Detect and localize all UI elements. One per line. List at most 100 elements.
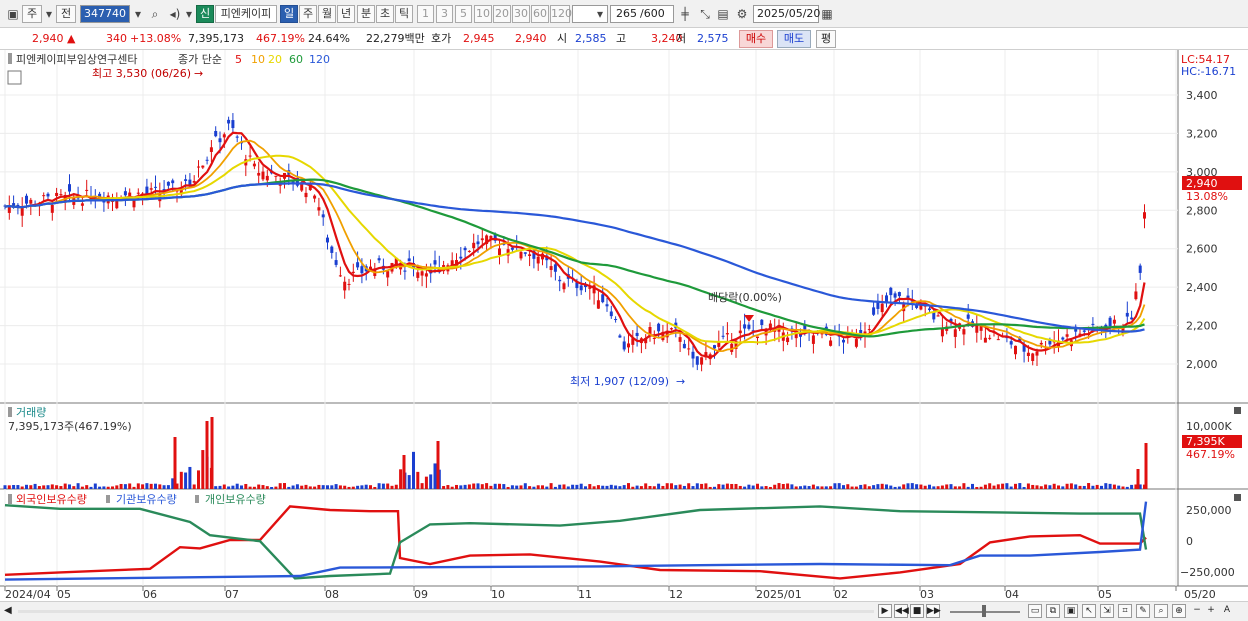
x-axis-label: 10 [491, 588, 505, 601]
text-tool-icon[interactable]: A [1220, 604, 1234, 618]
buy-button[interactable]: 매수 [739, 30, 773, 48]
crop-icon[interactable]: ⌗ [1118, 604, 1132, 618]
drawing-tool-icon[interactable]: ⤡ [696, 5, 714, 23]
chevron-down-icon[interactable]: ▾ [42, 5, 56, 23]
x-axis-label: 11 [578, 588, 592, 601]
mode-select[interactable]: 전 [56, 5, 76, 23]
volume-panel-close-icon[interactable] [1234, 407, 1241, 414]
period-year[interactable]: 년 [337, 5, 355, 23]
edit-icon[interactable]: ✎ [1136, 604, 1150, 618]
code-input[interactable]: 347740 [80, 5, 130, 23]
price-ytick: 2,200 [1186, 320, 1218, 333]
tick-3[interactable]: 3 [436, 5, 453, 23]
speaker-icon[interactable]: ◂) [166, 5, 184, 23]
rewind-icon[interactable]: ◀◀ [894, 604, 909, 618]
zoom-slider-handle[interactable] [982, 605, 986, 617]
tick-10[interactable]: 10 [474, 5, 492, 23]
ma10-label: 10 [251, 53, 265, 66]
price-ytick: 3,200 [1186, 127, 1218, 140]
date-input[interactable]: 2025/05/20 [753, 5, 820, 23]
candle-settings-icon[interactable]: ╪ [676, 5, 694, 23]
turnover-rate: 24.64% [308, 32, 350, 45]
volume-ratio: 467.19% [256, 32, 305, 45]
tick-30[interactable]: 30 [512, 5, 530, 23]
x-axis-label: 08 [325, 588, 339, 601]
arrow-tool-icon[interactable]: ↖ [1082, 604, 1096, 618]
layout-icon[interactable]: ▭ [1028, 604, 1042, 618]
low-price: 2,575 [697, 32, 729, 45]
window-split-icon[interactable]: ▣ [1064, 604, 1078, 618]
save-icon[interactable]: ▤ [714, 5, 732, 23]
price-ytick: 2,000 [1186, 358, 1218, 371]
period-tick[interactable]: 틱 [395, 5, 413, 23]
main-toolbar: ▣ 주 ▾ 전 347740 ▾ ⌕ ◂) ▾ 신 피엔케이피 일 주 월 년 … [0, 0, 1248, 28]
price-ytick: 2,400 [1186, 281, 1218, 294]
eval-button[interactable]: 평 [816, 30, 836, 48]
open-label: 시 [557, 32, 568, 45]
ma60-label: 60 [289, 53, 303, 66]
ma20-label: 20 [268, 53, 282, 66]
tick-120[interactable]: 120 [550, 5, 572, 23]
period-minute[interactable]: 분 [357, 5, 375, 23]
institution-holdings-label: 기관보유수량 [116, 493, 177, 506]
holdings-panel-close-icon[interactable] [1234, 494, 1241, 501]
price-panel-title: 피엔케이피부임상연구센타 [16, 53, 137, 66]
zoom-in-icon[interactable]: ⊕ [1172, 604, 1186, 618]
search-icon[interactable]: ⌕ [146, 5, 164, 23]
gear-icon[interactable]: ⚙ [733, 5, 751, 23]
last-volume-pct: 467.19% [1186, 448, 1235, 461]
low-arrow-icon: → [676, 375, 685, 388]
tick-5[interactable]: 5 [455, 5, 472, 23]
x-axis-label: 05 [1098, 588, 1112, 601]
chevron-down-icon[interactable]: ▾ [184, 5, 194, 23]
tick-20[interactable]: 20 [493, 5, 511, 23]
copy-icon[interactable]: ⧉ [1046, 604, 1060, 618]
high-arrow-icon: → [194, 67, 203, 80]
scroll-right-icon[interactable]: ▶ [878, 604, 892, 618]
stock-chart[interactable]: 피엔케이피부임상연구센타 종가 단순 5 10 20 60 120 LC:54.… [0, 50, 1248, 601]
market-select[interactable]: 주 [22, 5, 42, 23]
sell-button[interactable]: 매도 [777, 30, 811, 48]
volume-panel-value: 7,395,173주(467.19%) [8, 420, 132, 433]
chevron-down-icon[interactable]: ▾ [130, 5, 146, 23]
period-day[interactable]: 일 [280, 5, 298, 23]
x-axis-label: 04 [1005, 588, 1019, 601]
zoom-out-icon[interactable]: − [1190, 604, 1204, 618]
period-month[interactable]: 월 [318, 5, 336, 23]
foreign-holdings-label: 외국인보유수량 [16, 493, 87, 506]
x-axis-label: 12 [669, 588, 683, 601]
grid-toggle-icon[interactable] [7, 70, 22, 85]
stock-name: 피엔케이피 [215, 5, 277, 23]
price-ytick: 2,800 [1186, 204, 1218, 217]
up-arrow-icon: ▲ [67, 32, 76, 45]
cursor-icon[interactable]: ⇲ [1100, 604, 1114, 618]
x-axis-label: 03 [920, 588, 934, 601]
window-icon[interactable]: ▣ [4, 5, 22, 23]
volume-ytick: 10,000K [1186, 420, 1232, 433]
volume-panel-title: 거래량 [16, 406, 46, 419]
holdings-ytick-zero: 0 [1186, 535, 1193, 548]
fast-forward-icon[interactable]: ▶▶ [926, 604, 941, 618]
open-price: 2,585 [575, 32, 607, 45]
high-annotation: 최고 3,530 (06/26) [92, 67, 191, 80]
chevron-down-icon[interactable]: ▾ [594, 5, 606, 23]
x-axis-label: 06 [143, 588, 157, 601]
holdings-ytick-bottom: −250,000 [1180, 566, 1235, 579]
tick-60[interactable]: 60 [531, 5, 549, 23]
stop-icon[interactable]: ■ [910, 604, 924, 618]
new-tag: 신 [196, 5, 214, 23]
hc-value: HC:-16.71 [1181, 65, 1236, 78]
price-change-pct: +13.08% [130, 32, 182, 45]
low-label: 저 [676, 32, 687, 45]
calendar-icon[interactable]: ▦ [818, 5, 836, 23]
bid-price: 2,940 [515, 32, 547, 45]
scroll-left-icon[interactable]: ◀ [4, 605, 12, 616]
period-second[interactable]: 초 [376, 5, 394, 23]
plus-icon[interactable]: + [1204, 604, 1218, 618]
volume-value: 7,395,173 [188, 32, 244, 45]
count-input[interactable]: 265 [610, 5, 640, 23]
tick-1[interactable]: 1 [417, 5, 434, 23]
search-icon[interactable]: ⌕ [1154, 604, 1168, 618]
period-week[interactable]: 주 [299, 5, 317, 23]
x-axis-label: 2025/01 [756, 588, 802, 601]
